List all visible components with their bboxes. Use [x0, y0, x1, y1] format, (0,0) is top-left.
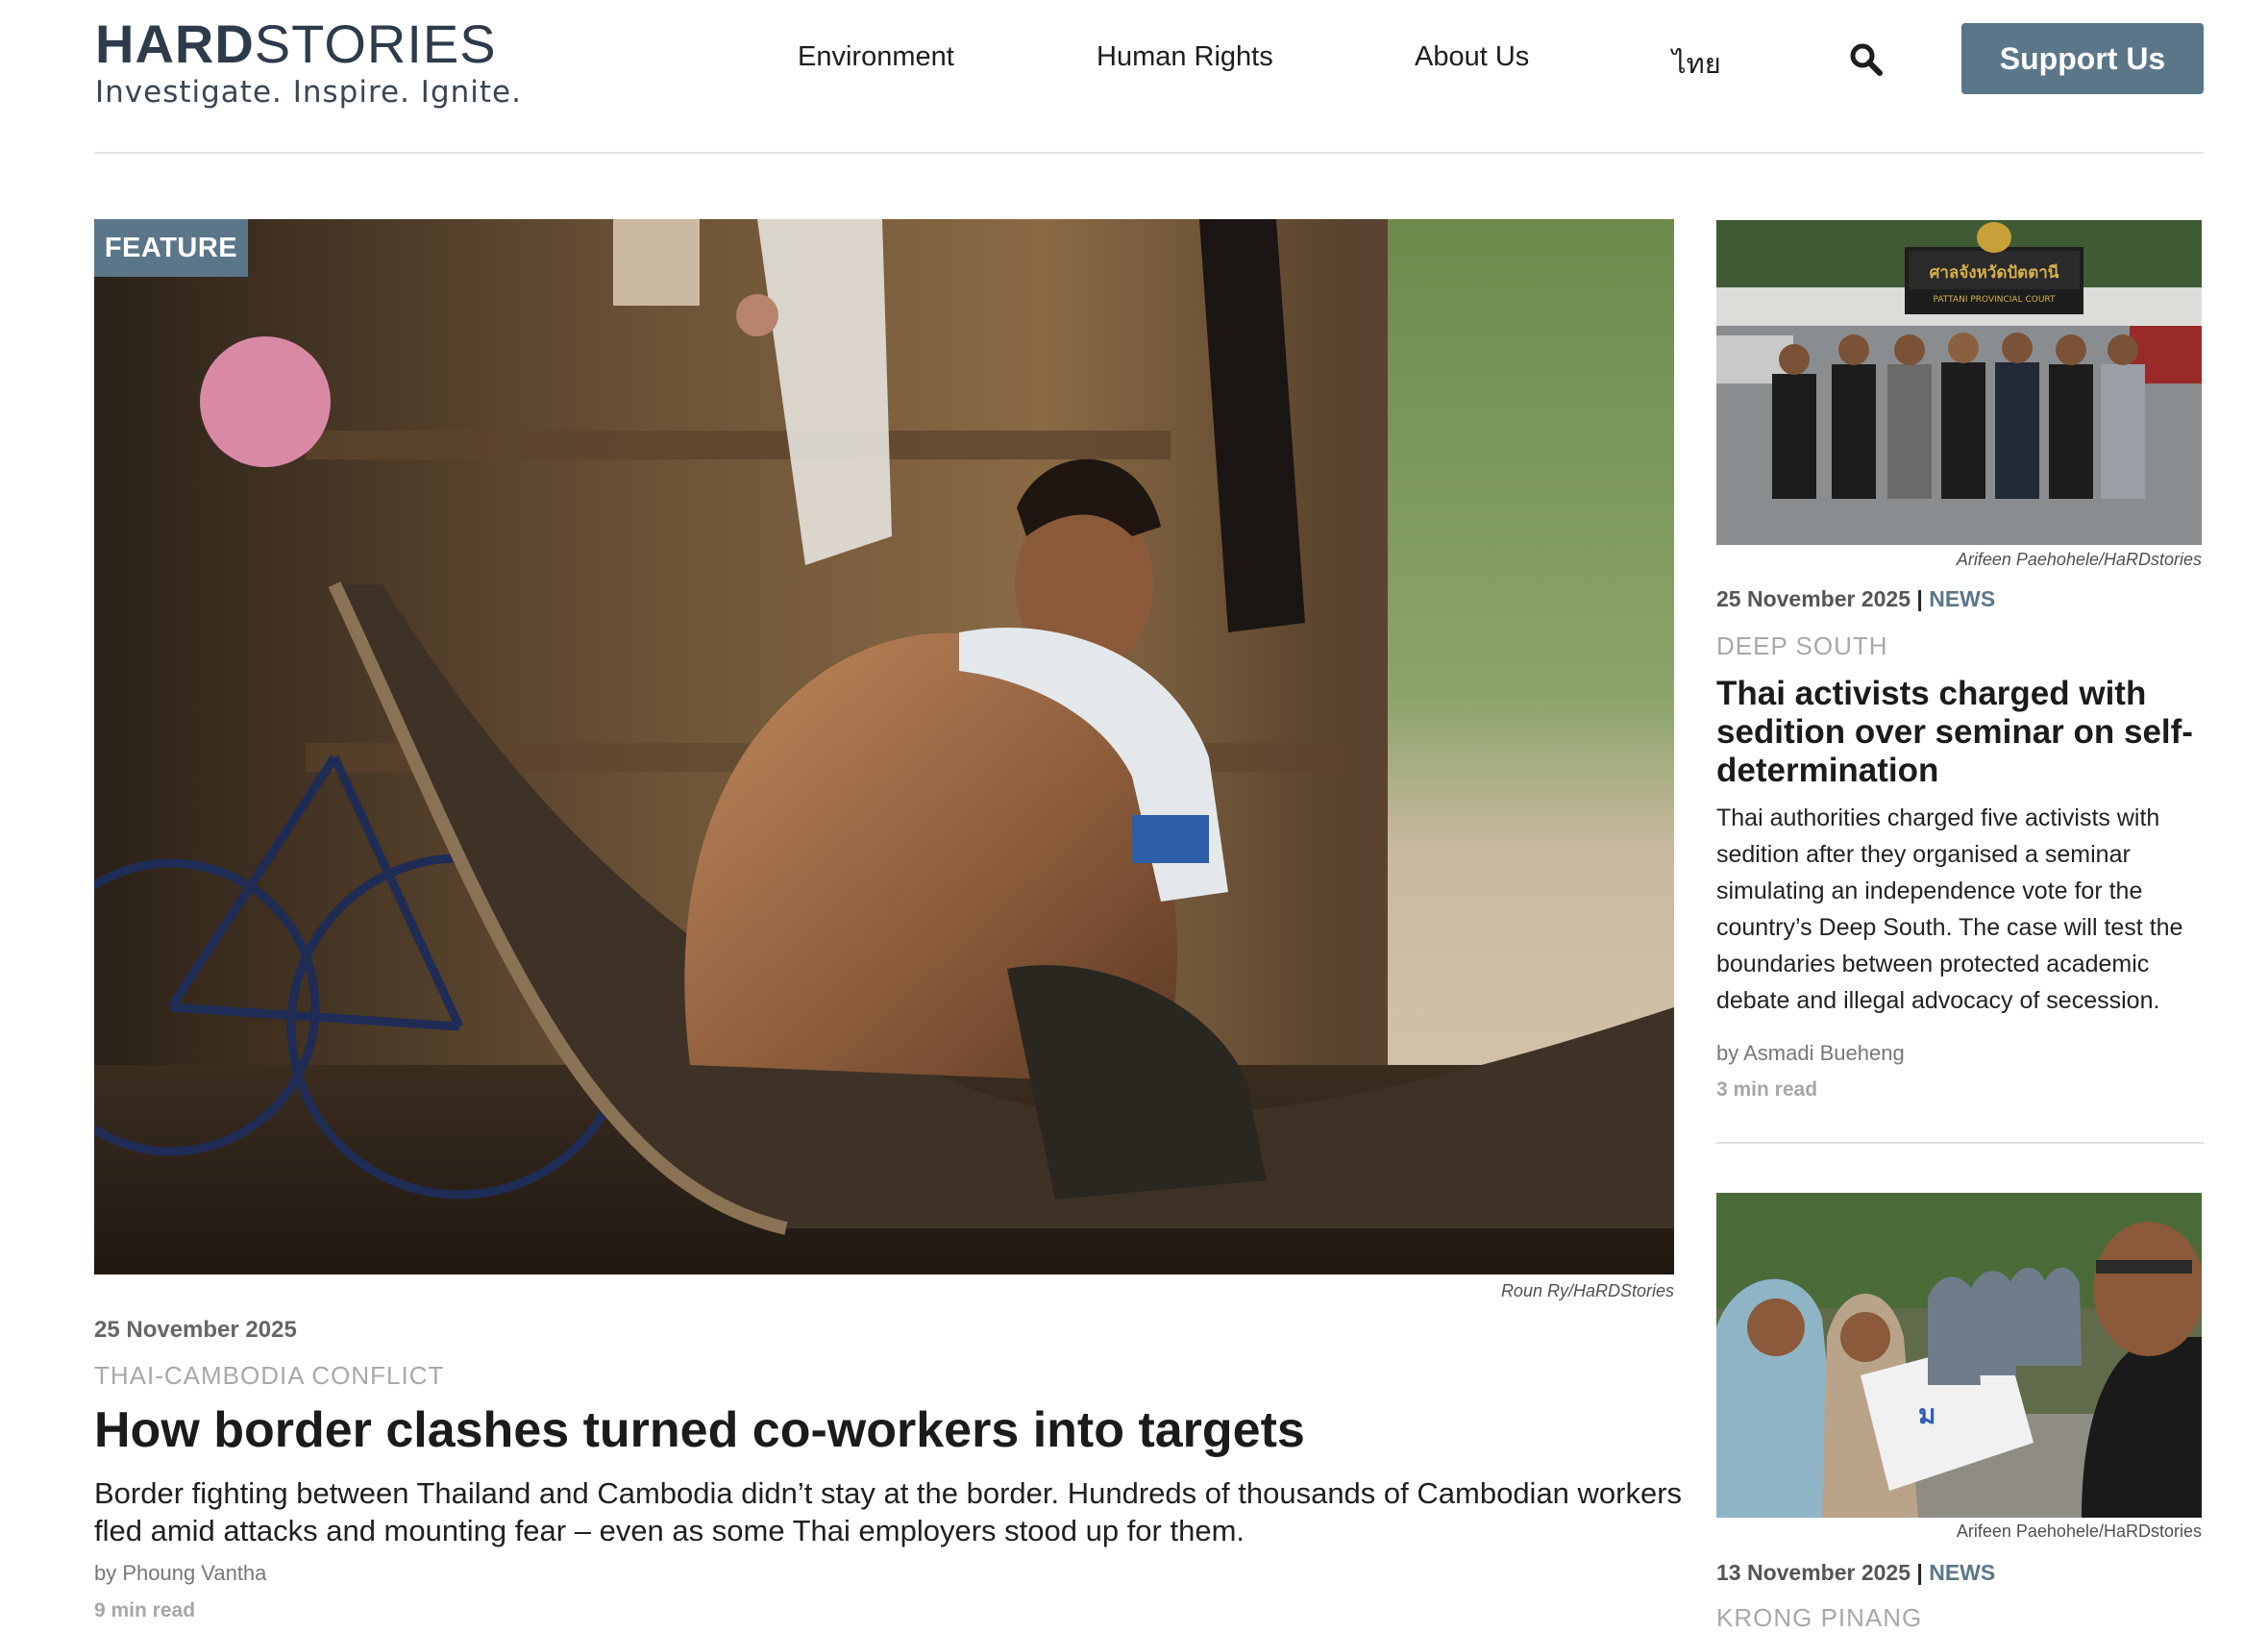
sidebar-article-type-link[interactable]: NEWS	[1929, 1560, 1995, 1585]
logo-light-text: STORIES	[254, 13, 497, 74]
feature-category[interactable]: THAI-CAMBODIA CONFLICT	[94, 1361, 444, 1391]
search-icon[interactable]	[1849, 42, 1884, 77]
nav-human-rights[interactable]: Human Rights	[1097, 41, 1273, 73]
feature-badge: FEATURE	[94, 219, 248, 277]
court-sign-subtext: PATTANI PROVINCIAL COURT	[1933, 295, 2056, 305]
header-divider	[94, 152, 2204, 154]
sidebar-article-meta: 25 November 2025 | NEWS	[1716, 586, 1995, 612]
sidebar-divider	[1716, 1142, 2204, 1144]
nav-about-us[interactable]: About Us	[1415, 41, 1529, 73]
sidebar-image-credit: Arifeen Paehohele/HaRDstories	[1956, 1522, 2202, 1541]
feature-image-credit: Roun Ry/HaRDStories	[1500, 1281, 1674, 1300]
site-logo[interactable]: HARD STORIES Investigate. Inspire. Ignite…	[95, 17, 522, 111]
sidebar-article-image[interactable]: ศาลจังหวัดปัตตานี PATTANI PROVINCIAL COU…	[1716, 220, 2202, 545]
sidebar-image-credit: Arifeen Paehohele/HaRDstories	[1956, 550, 2202, 569]
logo-wordmark: HARD STORIES	[95, 17, 522, 71]
logo-bold-text: HARD	[95, 13, 255, 74]
nav-environment[interactable]: Environment	[798, 41, 954, 73]
sidebar-article-category[interactable]: KRONG PINANG	[1716, 1603, 1922, 1633]
support-us-button[interactable]: Support Us	[1961, 23, 2204, 94]
svg-text:ม: ม	[1918, 1398, 1935, 1430]
sidebar-article-author[interactable]: by Asmadi Bueheng	[1716, 1041, 1905, 1066]
sidebar-article-excerpt: Thai authorities charged five activists …	[1716, 804, 2183, 1014]
sidebar-article-meta: 13 November 2025 | NEWS	[1716, 1560, 1995, 1586]
sidebar-article-read-time: 3 min read	[1716, 1078, 1818, 1101]
sidebar-article-title[interactable]: Thai activists charged with sedition ove…	[1716, 675, 2206, 790]
feature-date: 25 November 2025	[94, 1317, 297, 1343]
sidebar-article-type-link[interactable]: NEWS	[1929, 586, 1995, 611]
feature-excerpt: Border fighting between Thailand and Cam…	[94, 1476, 1683, 1547]
feature-read-time: 9 min read	[94, 1599, 196, 1621]
feature-image[interactable]	[94, 219, 1674, 1274]
logo-tagline: Investigate. Inspire. Ignite.	[95, 75, 522, 110]
meta-separator: |	[1916, 586, 1923, 611]
meta-separator: |	[1916, 1560, 1923, 1585]
feature-author[interactable]: by Phoung Vantha	[94, 1561, 266, 1586]
sidebar-article-image[interactable]: ม	[1716, 1193, 2202, 1518]
feature-title[interactable]: How border clashes turned co-workers int…	[94, 1399, 1305, 1461]
court-sign-text: ศาลจังหวัดปัตตานี	[1930, 262, 2059, 283]
sidebar-article-date: 25 November 2025	[1716, 586, 1911, 611]
nav-thai-language[interactable]: ไทย	[1672, 41, 1721, 86]
sidebar-article-category[interactable]: DEEP SOUTH	[1716, 631, 1888, 661]
sidebar-article-date: 13 November 2025	[1716, 1560, 1911, 1585]
